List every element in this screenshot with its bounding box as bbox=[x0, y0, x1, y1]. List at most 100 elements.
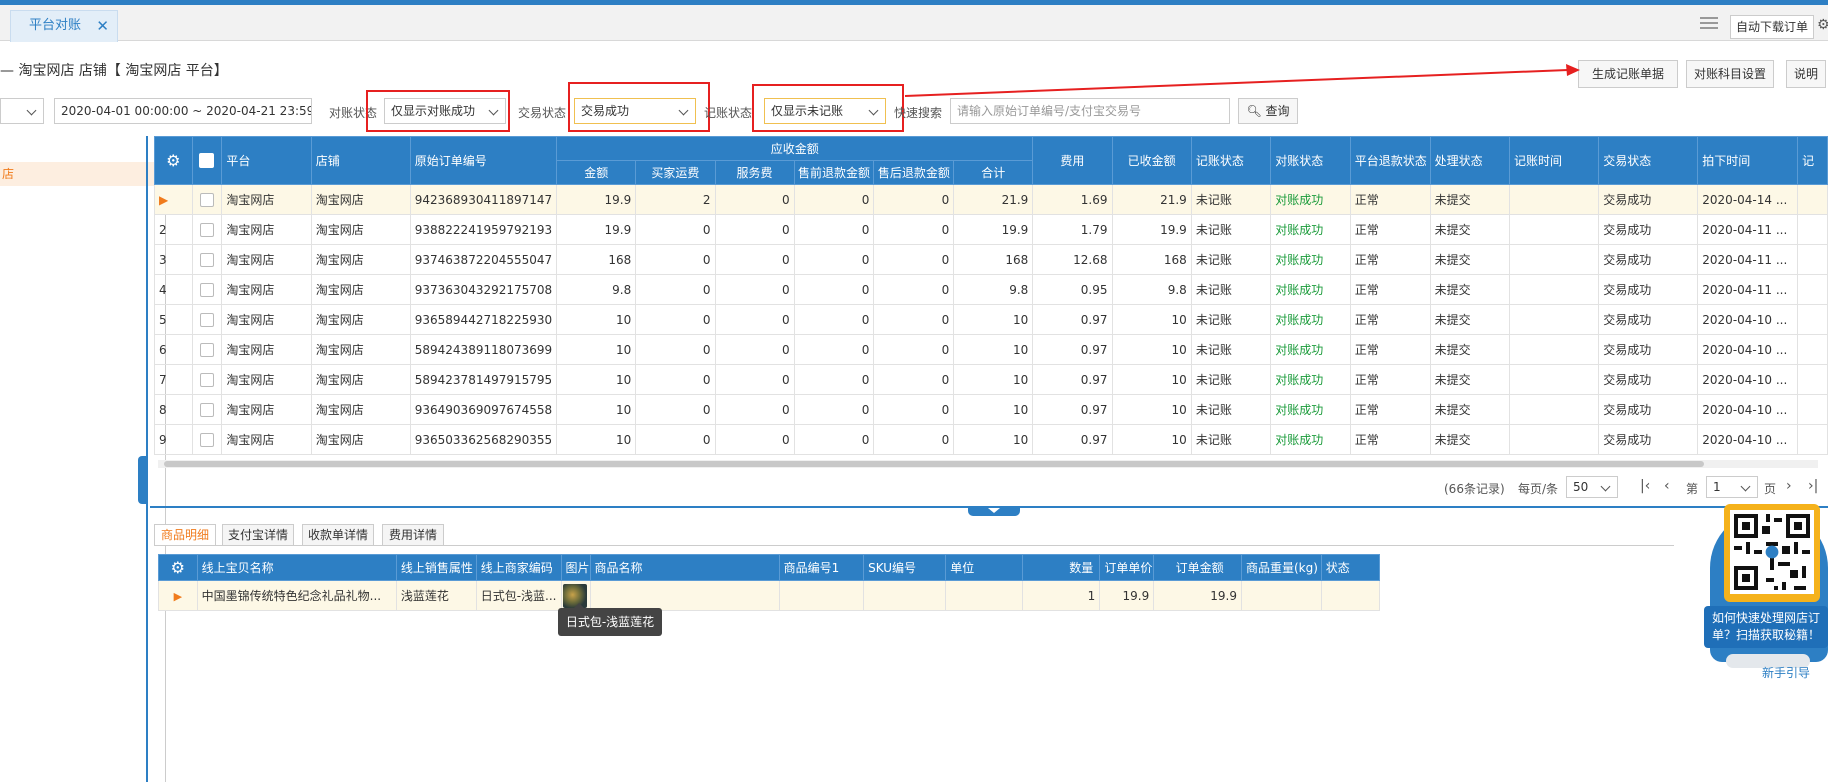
row-checkbox[interactable] bbox=[199, 282, 214, 297]
col-merchant-code[interactable]: 线上商家编码 bbox=[475, 554, 562, 581]
tab-receipt-detail[interactable]: 收款单详情 bbox=[302, 524, 374, 546]
col-status[interactable]: 状态 bbox=[1320, 554, 1381, 581]
tab-product-detail[interactable]: 商品明细 bbox=[154, 524, 216, 546]
table-row[interactable]: 7 淘宝网店 淘宝网店 589423781497915795 10 0 0 0 0 10 0.97 1… bbox=[154, 364, 1828, 395]
col-service-fee[interactable]: 服务费 bbox=[714, 160, 795, 185]
table-row[interactable]: ▶ 淘宝网店 淘宝网店 942368930411897147 19.9 2 0 0 0 21.9 1… bbox=[154, 184, 1828, 215]
col-item-name[interactable]: 线上宝贝名称 bbox=[196, 554, 397, 581]
amount-cell: 10 bbox=[556, 334, 637, 365]
col-pre-refund[interactable]: 售前退款金额 bbox=[793, 160, 875, 185]
row-select-cell[interactable] bbox=[191, 244, 223, 275]
account-status-cell: 未记账 bbox=[1190, 334, 1272, 365]
table-row[interactable]: 8 淘宝网店 淘宝网店 936490369097674558 10 0 0 0 0 10 0.97 1… bbox=[154, 394, 1828, 425]
row-checkbox[interactable] bbox=[199, 192, 214, 207]
col-refund-status[interactable]: 平台退款状态 bbox=[1349, 136, 1431, 185]
shop-cell: 淘宝网店 bbox=[310, 364, 411, 395]
order-no-cell: 589424389118073699 bbox=[409, 334, 558, 365]
account-status-select[interactable]: 仅显示未记账 bbox=[764, 98, 886, 124]
col-shop[interactable]: 店铺 bbox=[310, 136, 411, 185]
row-select-cell[interactable] bbox=[191, 274, 223, 305]
col-received[interactable]: 已收金额 bbox=[1111, 136, 1192, 185]
col-post-refund[interactable]: 售后退款金额 bbox=[873, 160, 955, 185]
col-sale-attr[interactable]: 线上销售属性 bbox=[395, 554, 477, 581]
scrollbar-thumb[interactable] bbox=[164, 461, 1704, 467]
tab-alipay-detail[interactable]: 支付宝详情 bbox=[222, 524, 294, 546]
select-all-checkbox[interactable] bbox=[199, 153, 215, 168]
row-checkbox[interactable] bbox=[199, 252, 214, 267]
order-time-cell: 2020-04-10 ... bbox=[1697, 364, 1799, 395]
row-select-cell[interactable] bbox=[191, 214, 223, 245]
next-page-icon[interactable]: › bbox=[1786, 478, 1792, 494]
col-extra[interactable]: 记 bbox=[1797, 136, 1828, 185]
row-checkbox[interactable] bbox=[199, 222, 214, 237]
col-order-time[interactable]: 拍下时间 bbox=[1697, 136, 1799, 185]
col-unit[interactable]: 单位 bbox=[945, 554, 1024, 581]
search-input[interactable]: 请输入原始订单编号/支付宝交易号 bbox=[950, 98, 1230, 124]
collapse-panel-handle[interactable] bbox=[138, 456, 146, 504]
col-product-no[interactable]: 商品编号1 bbox=[778, 554, 865, 581]
row-select-cell[interactable] bbox=[191, 334, 223, 365]
col-unit-price[interactable]: 订单单价 bbox=[1099, 554, 1155, 581]
col-sku[interactable]: SKU编号 bbox=[863, 554, 947, 581]
tab-fee-detail[interactable]: 费用详情 bbox=[382, 524, 444, 546]
table-row[interactable]: 6 淘宝网店 淘宝网店 589424389118073699 10 0 0 0 0 10 0.97 1… bbox=[154, 334, 1828, 365]
col-order-no[interactable]: 原始订单编号 bbox=[409, 136, 558, 185]
col-product-name[interactable]: 商品名称 bbox=[589, 554, 780, 581]
splitter-toggle[interactable] bbox=[968, 506, 1020, 516]
col-qty[interactable]: 数量 bbox=[1022, 554, 1101, 581]
qr-promo-widget[interactable]: 如何快速处理网店订单？扫描获取秘籍！ 新手引导 bbox=[1704, 502, 1828, 681]
first-page-icon[interactable]: |‹ bbox=[1640, 478, 1650, 494]
col-trade-status[interactable]: 交易状态 bbox=[1598, 136, 1699, 185]
row-checkbox[interactable] bbox=[199, 342, 214, 357]
col-amount[interactable]: 金额 bbox=[556, 160, 637, 185]
col-total[interactable]: 合计 bbox=[953, 160, 1034, 185]
table-row[interactable]: 9 淘宝网店 淘宝网店 936503362568290355 10 0 0 0 0 10 0.97 1… bbox=[154, 424, 1828, 455]
col-weight[interactable]: 商品重量(kg) bbox=[1240, 554, 1322, 581]
per-page-select[interactable]: 50 bbox=[1566, 476, 1618, 498]
table-row[interactable]: 5 淘宝网店 淘宝网店 936589442718225930 10 0 0 0 0 10 0.97 1… bbox=[154, 304, 1828, 335]
row-checkbox[interactable] bbox=[199, 432, 214, 447]
row-checkbox[interactable] bbox=[199, 312, 214, 327]
horizontal-scrollbar[interactable] bbox=[158, 460, 1818, 468]
col-image[interactable]: 图片 bbox=[560, 554, 591, 581]
last-page-icon[interactable]: ›| bbox=[1808, 478, 1818, 494]
prev-page-icon[interactable]: ‹ bbox=[1664, 478, 1670, 494]
col-order-amount[interactable]: 订单金额 bbox=[1153, 554, 1242, 581]
page-select[interactable]: 1 bbox=[1706, 476, 1758, 498]
post-refund-cell: 0 bbox=[873, 244, 955, 275]
product-detail-grid: ⚙ 线上宝贝名称 线上销售属性 线上商家编码 图片 商品名称 商品编号1 SKU… bbox=[158, 554, 1381, 611]
trade-status-select[interactable]: 交易成功 bbox=[574, 98, 696, 124]
tree-item-selected[interactable]: 店 bbox=[0, 162, 166, 186]
row-checkbox[interactable] bbox=[199, 372, 214, 387]
date-range-input[interactable]: 2020-04-01 00:00:00 ~ 2020-04-21 23:59:5… bbox=[54, 98, 312, 124]
table-row[interactable]: 3 淘宝网店 淘宝网店 937463872204555047 168 0 0 0 0 168 12.… bbox=[154, 244, 1828, 275]
shop-cell: 淘宝网店 bbox=[310, 184, 411, 215]
row-checkbox[interactable] bbox=[199, 402, 214, 417]
row-select-cell[interactable] bbox=[191, 184, 223, 215]
table-row[interactable]: 2 淘宝网店 淘宝网店 938822241959792193 19.9 0 0 0 0 19.9 1… bbox=[154, 214, 1828, 245]
detail-settings-header[interactable]: ⚙ bbox=[158, 554, 198, 581]
row-select-cell[interactable] bbox=[191, 424, 223, 455]
table-row[interactable]: 4 淘宝网店 淘宝网店 937363043292175708 9.8 0 0 0 0 9.8 0.9… bbox=[154, 274, 1828, 305]
col-account-status[interactable]: 记账状态 bbox=[1190, 136, 1272, 185]
gear-icon[interactable]: ⚙ bbox=[166, 151, 180, 170]
select-all-header[interactable] bbox=[191, 136, 223, 185]
row-select-cell[interactable] bbox=[191, 364, 223, 395]
newbie-guide-link[interactable]: 新手引导 bbox=[1762, 664, 1810, 681]
table-row[interactable]: ▶ 中国墨锦传统特色纪念礼品礼物... 浅蓝莲花 日式包-浅蓝... 1 19.… bbox=[158, 580, 1381, 611]
col-process-status[interactable]: 处理状态 bbox=[1429, 136, 1511, 185]
row-select-cell[interactable] bbox=[191, 394, 223, 425]
col-account-time[interactable]: 记账时间 bbox=[1509, 136, 1600, 185]
query-button[interactable]: 🔍︎ 查询 bbox=[1238, 98, 1298, 124]
col-fee[interactable]: 费用 bbox=[1032, 136, 1113, 185]
col-platform[interactable]: 平台 bbox=[221, 136, 312, 185]
gear-icon[interactable]: ⚙ bbox=[171, 558, 185, 577]
col-recon-status[interactable]: 对账状态 bbox=[1270, 136, 1351, 185]
recon-status-select[interactable]: 仅显示对账成功 bbox=[384, 98, 506, 124]
post-refund-cell: 0 bbox=[873, 334, 955, 365]
row-select-cell[interactable] bbox=[191, 304, 223, 335]
scope-select[interactable] bbox=[0, 98, 44, 124]
settings-column-header[interactable]: ⚙ bbox=[154, 136, 193, 185]
col-freight[interactable]: 买家运费 bbox=[635, 160, 716, 185]
account-status-label: 记账状态 bbox=[704, 106, 753, 120]
